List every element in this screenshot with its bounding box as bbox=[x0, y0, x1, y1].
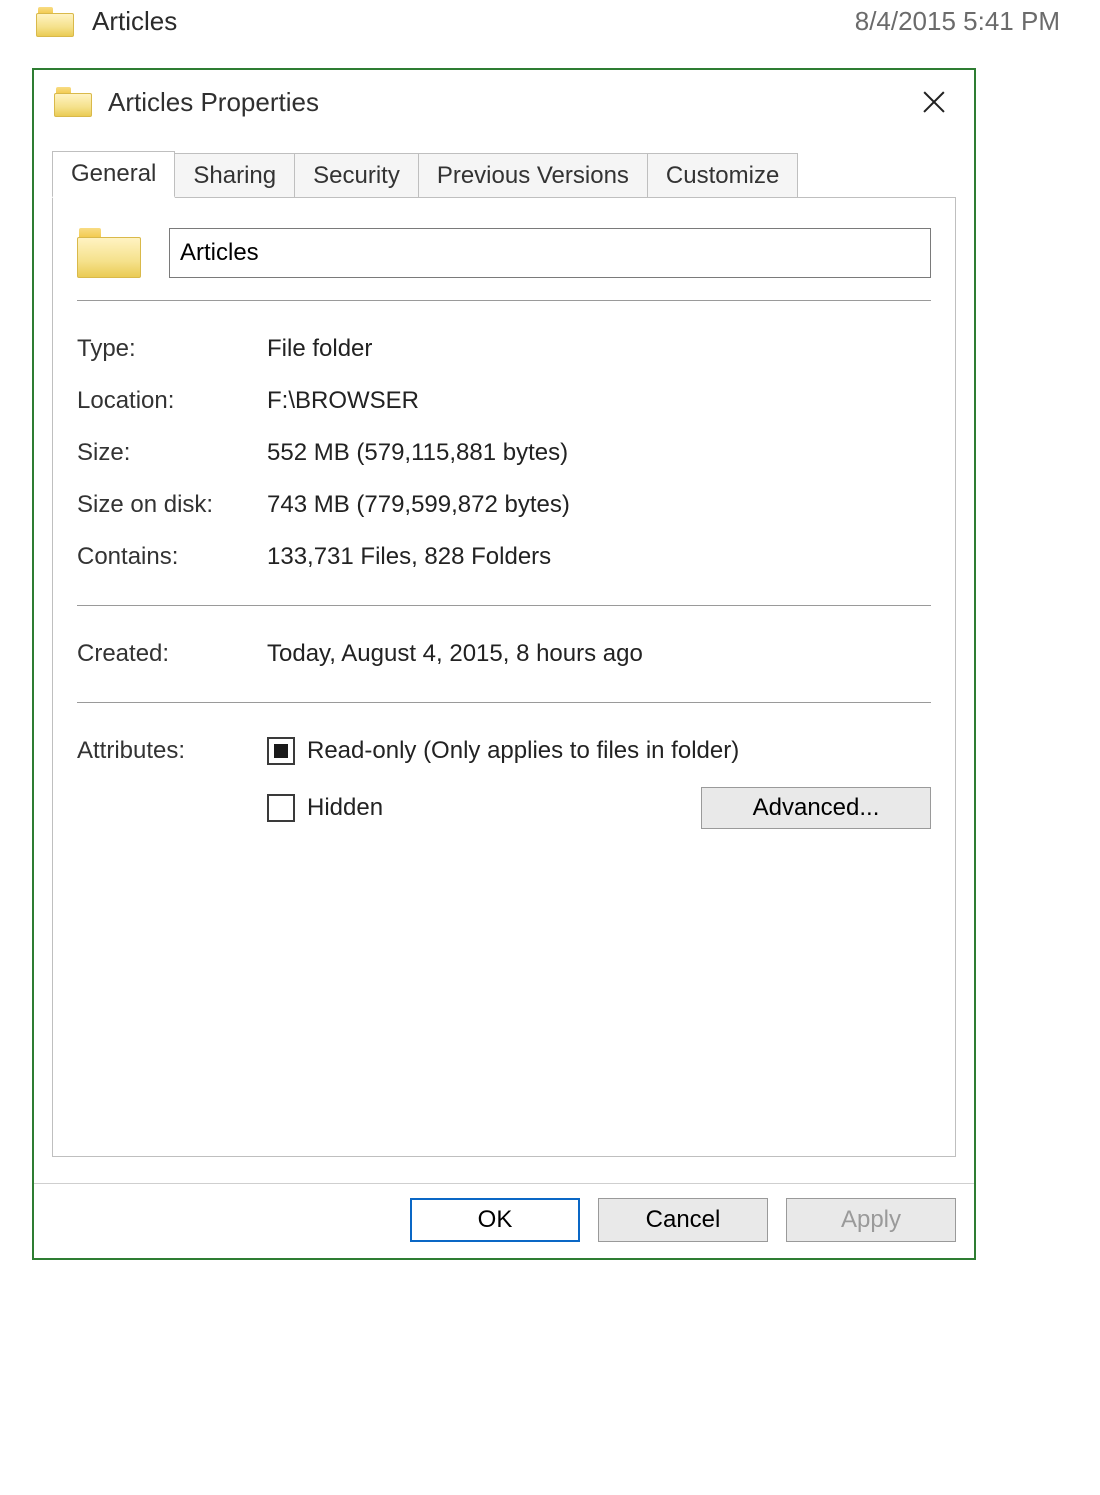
ok-button[interactable]: OK bbox=[410, 1198, 580, 1242]
label-size: Size: bbox=[77, 439, 267, 467]
hidden-checkbox[interactable] bbox=[267, 794, 295, 822]
tab-strip: General Sharing Security Previous Versio… bbox=[34, 130, 974, 197]
tab-panel-general: Type: File folder Location: F:\BROWSER S… bbox=[52, 197, 956, 1157]
row-size-on-disk: Size on disk: 743 MB (779,599,872 bytes) bbox=[77, 479, 931, 531]
tab-label: Security bbox=[313, 162, 400, 189]
apply-button[interactable]: Apply bbox=[786, 1198, 956, 1242]
close-button[interactable] bbox=[910, 82, 958, 122]
titlebar: Articles Properties bbox=[34, 70, 974, 130]
tab-label: General bbox=[71, 160, 156, 187]
tab-label: Previous Versions bbox=[437, 162, 629, 189]
row-size: Size: 552 MB (579,115,881 bytes) bbox=[77, 427, 931, 479]
button-label: OK bbox=[478, 1206, 513, 1233]
row-contains: Contains: 133,731 Files, 828 Folders bbox=[77, 531, 931, 583]
dialog-button-row: OK Cancel Apply bbox=[34, 1183, 974, 1258]
hidden-label: Hidden bbox=[307, 794, 383, 822]
label-attributes: Attributes: bbox=[77, 737, 267, 765]
button-label: Cancel bbox=[646, 1206, 721, 1233]
cancel-button[interactable]: Cancel bbox=[598, 1198, 768, 1242]
folder-name-input[interactable] bbox=[169, 228, 931, 278]
tab-customize[interactable]: Customize bbox=[648, 153, 798, 198]
dialog-title: Articles Properties bbox=[108, 87, 319, 118]
explorer-folder-name: Articles bbox=[92, 6, 177, 37]
label-created: Created: bbox=[77, 640, 267, 668]
advanced-button[interactable]: Advanced... bbox=[701, 787, 931, 829]
value-type: File folder bbox=[267, 335, 372, 363]
row-attributes: Attributes: Read-only (Only applies to f… bbox=[77, 725, 931, 841]
readonly-label: Read-only (Only applies to files in fold… bbox=[307, 737, 739, 765]
explorer-row: Articles 8/4/2015 5:41 PM bbox=[36, 6, 1060, 37]
value-contains: 133,731 Files, 828 Folders bbox=[267, 543, 551, 571]
readonly-checkbox[interactable] bbox=[267, 737, 295, 765]
value-size: 552 MB (579,115,881 bytes) bbox=[267, 439, 568, 467]
value-location: F:\BROWSER bbox=[267, 387, 419, 415]
tab-previous-versions[interactable]: Previous Versions bbox=[419, 153, 648, 198]
label-location: Location: bbox=[77, 387, 267, 415]
folder-icon bbox=[54, 87, 92, 117]
row-type: Type: File folder bbox=[77, 323, 931, 375]
close-icon bbox=[920, 88, 948, 116]
label-size-on-disk: Size on disk: bbox=[77, 491, 267, 519]
tab-security[interactable]: Security bbox=[295, 153, 419, 198]
button-label: Apply bbox=[841, 1206, 901, 1233]
row-location: Location: F:\BROWSER bbox=[77, 375, 931, 427]
value-created: Today, August 4, 2015, 8 hours ago bbox=[267, 640, 643, 668]
tab-label: Customize bbox=[666, 162, 779, 189]
folder-icon bbox=[36, 7, 74, 37]
folder-icon bbox=[77, 228, 141, 278]
tab-general[interactable]: General bbox=[52, 151, 175, 198]
tab-label: Sharing bbox=[193, 162, 276, 189]
value-size-on-disk: 743 MB (779,599,872 bytes) bbox=[267, 491, 570, 519]
properties-dialog: Articles Properties General Sharing Secu… bbox=[32, 68, 976, 1260]
label-type: Type: bbox=[77, 335, 267, 363]
explorer-date: 8/4/2015 5:41 PM bbox=[855, 6, 1060, 37]
row-created: Created: Today, August 4, 2015, 8 hours … bbox=[77, 628, 931, 680]
label-contains: Contains: bbox=[77, 543, 267, 571]
tab-sharing[interactable]: Sharing bbox=[175, 153, 295, 198]
button-label: Advanced... bbox=[753, 794, 880, 821]
